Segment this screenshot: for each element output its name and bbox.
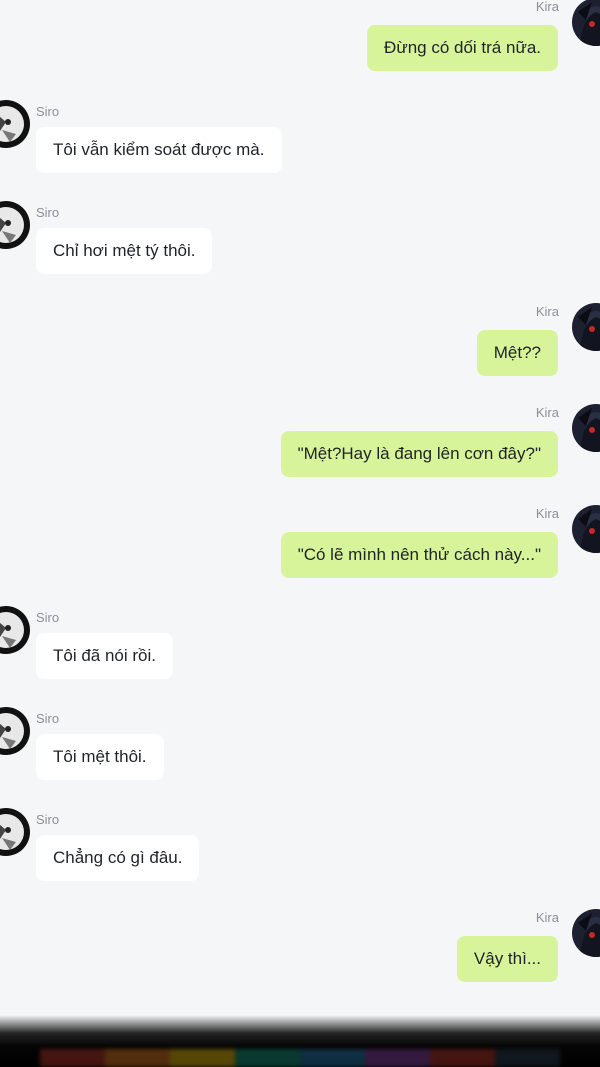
message-bubble[interactable]: Tôi mệt thôi.	[36, 734, 164, 780]
siro-avatar-icon[interactable]	[0, 808, 30, 856]
message-bubble[interactable]: "Có lẽ mình nên thử cách này..."	[280, 532, 558, 578]
sender-name: Kira	[535, 304, 559, 319]
sender-name: Kira	[535, 405, 559, 420]
kira-avatar-icon[interactable]	[572, 909, 600, 957]
message-bubble[interactable]: Chỉ hơi mệt tý thôi.	[36, 228, 213, 274]
kira-avatar-icon[interactable]	[572, 505, 600, 553]
message-bubble[interactable]: Đừng có dối trá nữa.	[367, 25, 558, 71]
siro-avatar-icon[interactable]	[0, 201, 30, 249]
sender-name: Siro	[36, 205, 60, 220]
kira-avatar-icon[interactable]	[572, 0, 600, 46]
message-bubble[interactable]: Chẳng có gì đâu.	[36, 835, 200, 881]
siro-avatar-icon[interactable]	[0, 100, 30, 148]
sender-name: Siro	[36, 104, 60, 119]
bottom-bar	[0, 1015, 600, 1067]
message-bubble[interactable]: "Mệt?Hay là đang lên cơn đây?"	[280, 431, 558, 477]
blurred-thumbnail-strip	[40, 1049, 560, 1067]
message-bubble[interactable]: Mệt??	[476, 330, 558, 376]
sender-name: Siro	[36, 812, 60, 827]
sender-name: Kira	[535, 506, 559, 521]
message-bubble[interactable]: Tôi vẫn kiểm soát được mà.	[36, 127, 282, 173]
kira-avatar-icon[interactable]	[572, 303, 600, 351]
siro-avatar-icon[interactable]	[0, 606, 30, 654]
message-bubble[interactable]: Vậy thì...	[456, 936, 558, 982]
chat-thread[interactable]: Kira Đừng có dối trá nữa. Siro Tôi vẫn k…	[0, 0, 600, 1067]
siro-avatar-icon[interactable]	[0, 707, 30, 755]
sender-name: Kira	[535, 910, 559, 925]
kira-avatar-icon[interactable]	[572, 404, 600, 452]
sender-name: Kira	[535, 0, 559, 14]
sender-name: Siro	[36, 711, 60, 726]
message-bubble[interactable]: Tôi đã nói rồi.	[36, 633, 173, 679]
sender-name: Siro	[36, 610, 60, 625]
